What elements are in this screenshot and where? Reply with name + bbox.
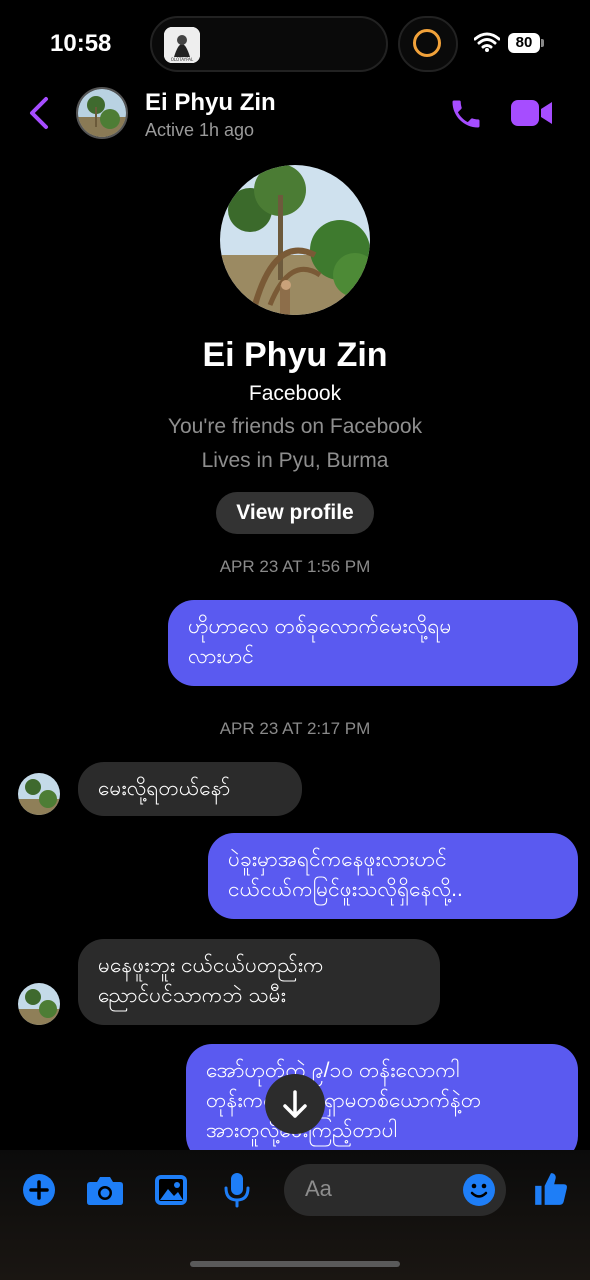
profile-name: Ei Phyu Zin xyxy=(202,336,388,374)
message-timestamp: APR 23 AT 1:56 PM xyxy=(219,557,371,576)
profile-photo[interactable] xyxy=(220,165,370,315)
contact-avatar[interactable] xyxy=(76,87,128,139)
now-playing-thumbnail: OLOTAYPAL xyxy=(164,27,200,63)
message-input-placeholder: Aa xyxy=(305,1176,332,1201)
message-line: တုန်းကကျောင်းရှာမတစ်ယောက်နဲ့တ xyxy=(206,1089,482,1112)
sender-avatar[interactable] xyxy=(18,983,60,1025)
profile-source: Facebook xyxy=(248,382,342,405)
incoming-message[interactable]: မနေဖူးဘူး ငယ်ငယ်ပတည်းက ညောင်ပင်သာကဘဲ သမီ… xyxy=(78,939,440,1025)
message-line: ညောင်ပင်သာကဘဲ သမီး xyxy=(98,984,286,1007)
camera-icon[interactable] xyxy=(86,1174,124,1211)
profile-location: Lives in Pyu, Burma xyxy=(201,449,389,472)
contact-name[interactable]: Ei Phyu Zin xyxy=(145,89,276,117)
active-status: Active 1h ago xyxy=(145,120,255,140)
incoming-message[interactable]: မေးလို့ရတယ်နော် xyxy=(78,762,302,816)
microphone-icon[interactable] xyxy=(224,1172,250,1213)
emoji-icon[interactable] xyxy=(462,1173,496,1212)
battery-tip xyxy=(541,39,544,47)
message-line: ငယ်ငယ်ကမြင်ဖူးသလိုရှိနေလို့.. xyxy=(228,878,463,901)
profile-friends-info: You're friends on Facebook xyxy=(167,415,423,438)
status-time: 10:58 xyxy=(50,30,112,57)
message-line: ဟိုဟာလေ တစ်ခုလောက်မေးလို့ရမ xyxy=(188,615,452,638)
scroll-to-bottom-button[interactable] xyxy=(265,1074,325,1134)
arrow-down-icon xyxy=(283,1090,307,1118)
wifi-icon xyxy=(473,32,501,57)
timer-ring-icon xyxy=(413,29,441,57)
message-line: လားဟင် xyxy=(188,645,254,668)
back-chevron-icon[interactable] xyxy=(26,96,52,135)
image-icon[interactable] xyxy=(154,1174,188,1211)
message-timestamp: APR 23 AT 2:17 PM xyxy=(219,719,371,738)
outgoing-message[interactable]: ပဲခူးမှာအရင်ကနေဖူးလားဟင် ငယ်ငယ်ကမြင်ဖူးသ… xyxy=(208,833,578,919)
home-indicator xyxy=(190,1261,400,1267)
message-line: အော်ဟုတ်ကဲ့ ၉/၁၀ တန်းလောကါ xyxy=(206,1059,460,1082)
battery-indicator: 80 xyxy=(508,33,540,53)
view-profile-button[interactable]: View profile xyxy=(216,492,374,534)
outgoing-message[interactable]: ဟိုဟာလေ တစ်ခုလောက်မေးလို့ရမ လားဟင် xyxy=(168,600,578,686)
outgoing-message[interactable]: အော်ဟုတ်ကဲ့ ၉/၁၀ တန်းလောကါ တုန်းကကျောင်း… xyxy=(186,1044,578,1162)
sender-avatar[interactable] xyxy=(18,773,60,815)
message-line: ပဲခူးမှာအရင်ကနေဖူးလားဟင် xyxy=(228,848,447,871)
message-line: မေးလို့ရတယ်နော် xyxy=(98,777,231,800)
message-line: အားတူလို့မေးကြည့်တာပါ xyxy=(206,1116,558,1146)
phone-icon[interactable] xyxy=(448,96,484,137)
plus-icon[interactable] xyxy=(22,1173,56,1212)
svg-text:OLOTAYPAL: OLOTAYPAL xyxy=(171,57,194,62)
message-line: မနေဖူးဘူး ငယ်ငယ်ပတည်းက xyxy=(98,954,324,977)
video-camera-icon[interactable] xyxy=(510,98,554,133)
thumbs-up-icon[interactable] xyxy=(532,1170,570,1213)
